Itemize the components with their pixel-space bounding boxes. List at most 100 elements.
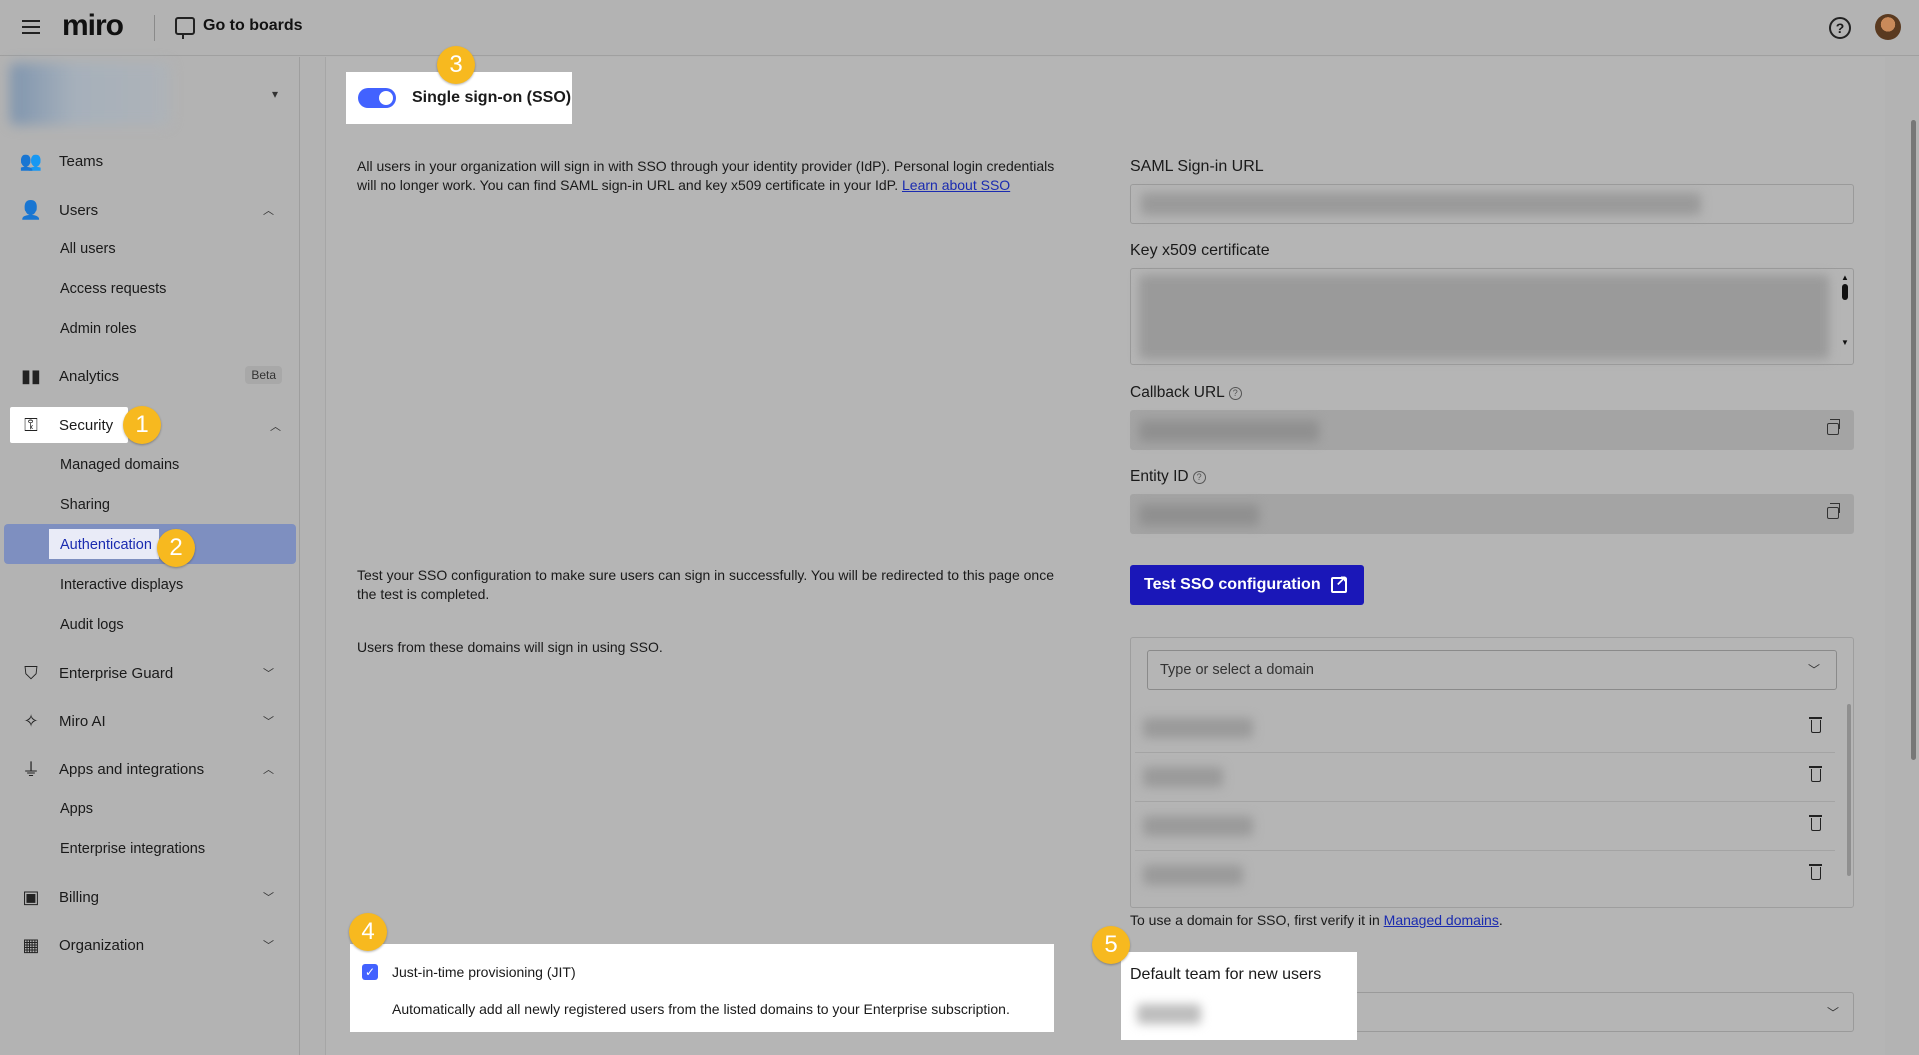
sidebar-item-apps[interactable]: Apps bbox=[60, 801, 93, 817]
sidebar-item-access-requests[interactable]: Access requests bbox=[60, 281, 166, 297]
sidebar-item-label: Users bbox=[59, 201, 99, 219]
callback-url-input[interactable] bbox=[1130, 410, 1854, 450]
sidebar-item-apps-and-integrations[interactable]: ⏚ Apps and integrations ︿ bbox=[10, 751, 296, 787]
page-scrollbar[interactable] bbox=[1911, 120, 1916, 760]
domain-row bbox=[1135, 802, 1835, 851]
divider bbox=[154, 15, 155, 41]
sidebar-item-analytics[interactable]: ▮▮ Analytics Beta bbox=[10, 358, 296, 394]
learn-about-sso-link[interactable]: Learn about SSO bbox=[902, 177, 1010, 193]
test-sso-button[interactable]: Test SSO configuration bbox=[1130, 565, 1364, 605]
jit-description: Automatically add all newly registered u… bbox=[392, 1001, 1010, 1017]
sidebar-item-admin-roles[interactable]: Admin roles bbox=[60, 321, 137, 337]
sidebar-item-label: Organization bbox=[59, 936, 145, 954]
chevron-down-icon: ﹀ bbox=[263, 892, 274, 904]
bar-chart-icon: ▮▮ bbox=[21, 365, 41, 386]
help-icon[interactable]: ? bbox=[1228, 387, 1242, 400]
domain-note-prefix: To use a domain for SSO, first verify it… bbox=[1130, 912, 1384, 928]
domain-select[interactable]: Type or select a domain ﹀ bbox=[1147, 650, 1837, 690]
redacted-value bbox=[1141, 193, 1701, 215]
managed-domains-link[interactable]: Managed domains bbox=[1384, 912, 1499, 928]
trash-icon[interactable] bbox=[1809, 864, 1822, 880]
domain-row bbox=[1135, 753, 1835, 802]
trash-icon[interactable] bbox=[1809, 815, 1822, 831]
hamburger-menu-icon[interactable] bbox=[22, 17, 42, 37]
redacted-domain bbox=[1143, 865, 1243, 885]
go-to-boards-label: Go to boards bbox=[203, 17, 303, 34]
chevron-down-icon: ﹀ bbox=[1807, 663, 1820, 677]
sidebar-item-organization[interactable]: ▦ Organization ﹀ bbox=[10, 927, 296, 963]
sidebar-item-security[interactable]: ⚿ Security bbox=[10, 407, 128, 443]
go-to-boards-button[interactable]: Go to boards bbox=[175, 17, 303, 39]
domain-note: To use a domain for SSO, first verify it… bbox=[1130, 911, 1503, 930]
help-icon[interactable]: ? bbox=[1829, 17, 1851, 39]
default-team-section: Default team for new users bbox=[1121, 952, 1357, 1040]
callout-badge-1: 1 bbox=[123, 406, 161, 444]
test-sso-button-label: Test SSO configuration bbox=[1144, 576, 1321, 593]
sso-toggle-label: Single sign-on (SSO) bbox=[412, 89, 572, 106]
domains-description: Users from these domains will sign in us… bbox=[357, 639, 663, 655]
sidebar-item-label: Analytics bbox=[59, 367, 120, 385]
copy-icon[interactable] bbox=[1827, 419, 1840, 435]
sso-toggle[interactable] bbox=[358, 88, 396, 108]
org-switcher[interactable]: ▾ bbox=[10, 63, 300, 125]
domain-select-placeholder: Type or select a domain bbox=[1160, 662, 1314, 678]
board-icon bbox=[175, 17, 195, 39]
sparkle-icon: ✧ bbox=[23, 710, 39, 731]
miro-logo[interactable]: miro bbox=[62, 9, 124, 43]
sidebar-item-sharing[interactable]: Sharing bbox=[60, 497, 110, 513]
cert-label: Key x509 certificate bbox=[1130, 242, 1270, 259]
shield-icon: ⛉ bbox=[24, 662, 38, 683]
beta-badge: Beta bbox=[245, 366, 282, 384]
jit-label: Just-in-time provisioning (JIT) bbox=[392, 964, 576, 980]
saml-url-input[interactable] bbox=[1130, 184, 1854, 224]
entity-id-label-text: Entity ID bbox=[1130, 468, 1189, 485]
domain-row bbox=[1135, 851, 1835, 900]
sidebar-item-authentication[interactable]: Authentication bbox=[60, 537, 152, 553]
wallet-icon: ▣ bbox=[22, 886, 40, 907]
sso-description-line2: will no longer work. You can find SAML s… bbox=[357, 177, 902, 193]
chevron-down-icon: ▾ bbox=[272, 87, 279, 101]
redacted-domain bbox=[1143, 767, 1223, 787]
sidebar-item-enterprise-integrations[interactable]: Enterprise integrations bbox=[60, 841, 205, 857]
avatar[interactable] bbox=[1875, 14, 1901, 40]
default-team-label: Default team for new users bbox=[1130, 966, 1322, 983]
sidebar-item-label: Miro AI bbox=[59, 712, 106, 730]
sidebar-item-billing[interactable]: ▣ Billing ﹀ bbox=[10, 879, 296, 915]
sidebar-item-miro-ai[interactable]: ✧ Miro AI ﹀ bbox=[10, 703, 296, 739]
entity-id-input[interactable] bbox=[1130, 494, 1854, 534]
teams-icon: 👥 bbox=[19, 150, 43, 171]
sidebar-item-audit-logs[interactable]: Audit logs bbox=[60, 617, 124, 633]
sso-description-line1: All users in your organization will sign… bbox=[357, 158, 1055, 174]
trash-icon[interactable] bbox=[1809, 717, 1822, 733]
callout-badge-4: 4 bbox=[349, 913, 387, 951]
sidebar-item-label: Apps and integrations bbox=[59, 760, 205, 778]
test-sso-description-line2: the test is completed. bbox=[357, 586, 490, 602]
org-logo-blurred bbox=[10, 63, 170, 125]
key-icon: ⚿ bbox=[24, 414, 38, 435]
sidebar-item-users[interactable]: 👤 Users ︿ bbox=[10, 192, 296, 228]
sidebar-item-teams[interactable]: 👥 Teams bbox=[10, 143, 296, 179]
scrollbar[interactable]: ▲ ▼ bbox=[1839, 273, 1851, 347]
saml-url-label: SAML Sign-in URL bbox=[1130, 158, 1264, 175]
callback-url-label: Callback URL? bbox=[1130, 384, 1242, 402]
sidebar-item-managed-domains[interactable]: Managed domains bbox=[60, 457, 179, 473]
entity-id-label: Entity ID? bbox=[1130, 468, 1206, 486]
chevron-down-icon: ﹀ bbox=[263, 716, 274, 728]
external-link-icon bbox=[1330, 572, 1347, 593]
cert-textarea[interactable]: ▲ ▼ bbox=[1130, 268, 1854, 365]
callout-badge-2: 2 bbox=[157, 529, 195, 567]
domain-row bbox=[1135, 704, 1835, 753]
chevron-up-icon[interactable]: ︿ bbox=[270, 418, 281, 434]
scrollbar[interactable] bbox=[1847, 704, 1851, 876]
redacted-domain bbox=[1143, 816, 1253, 836]
help-icon[interactable]: ? bbox=[1192, 471, 1206, 484]
trash-icon[interactable] bbox=[1809, 766, 1822, 782]
jit-checkbox[interactable]: ✓ bbox=[362, 964, 378, 980]
sidebar-item-interactive-displays[interactable]: Interactive displays bbox=[60, 577, 183, 593]
copy-icon[interactable] bbox=[1827, 503, 1840, 519]
redacted-value bbox=[1139, 420, 1319, 442]
chevron-down-icon: ﹀ bbox=[263, 668, 274, 680]
sidebar-item-enterprise-guard[interactable]: ⛉ Enterprise Guard ﹀ bbox=[10, 655, 296, 691]
sidebar-item-all-users[interactable]: All users bbox=[60, 241, 116, 257]
test-sso-description: Test your SSO configuration to make sure… bbox=[357, 566, 1117, 604]
